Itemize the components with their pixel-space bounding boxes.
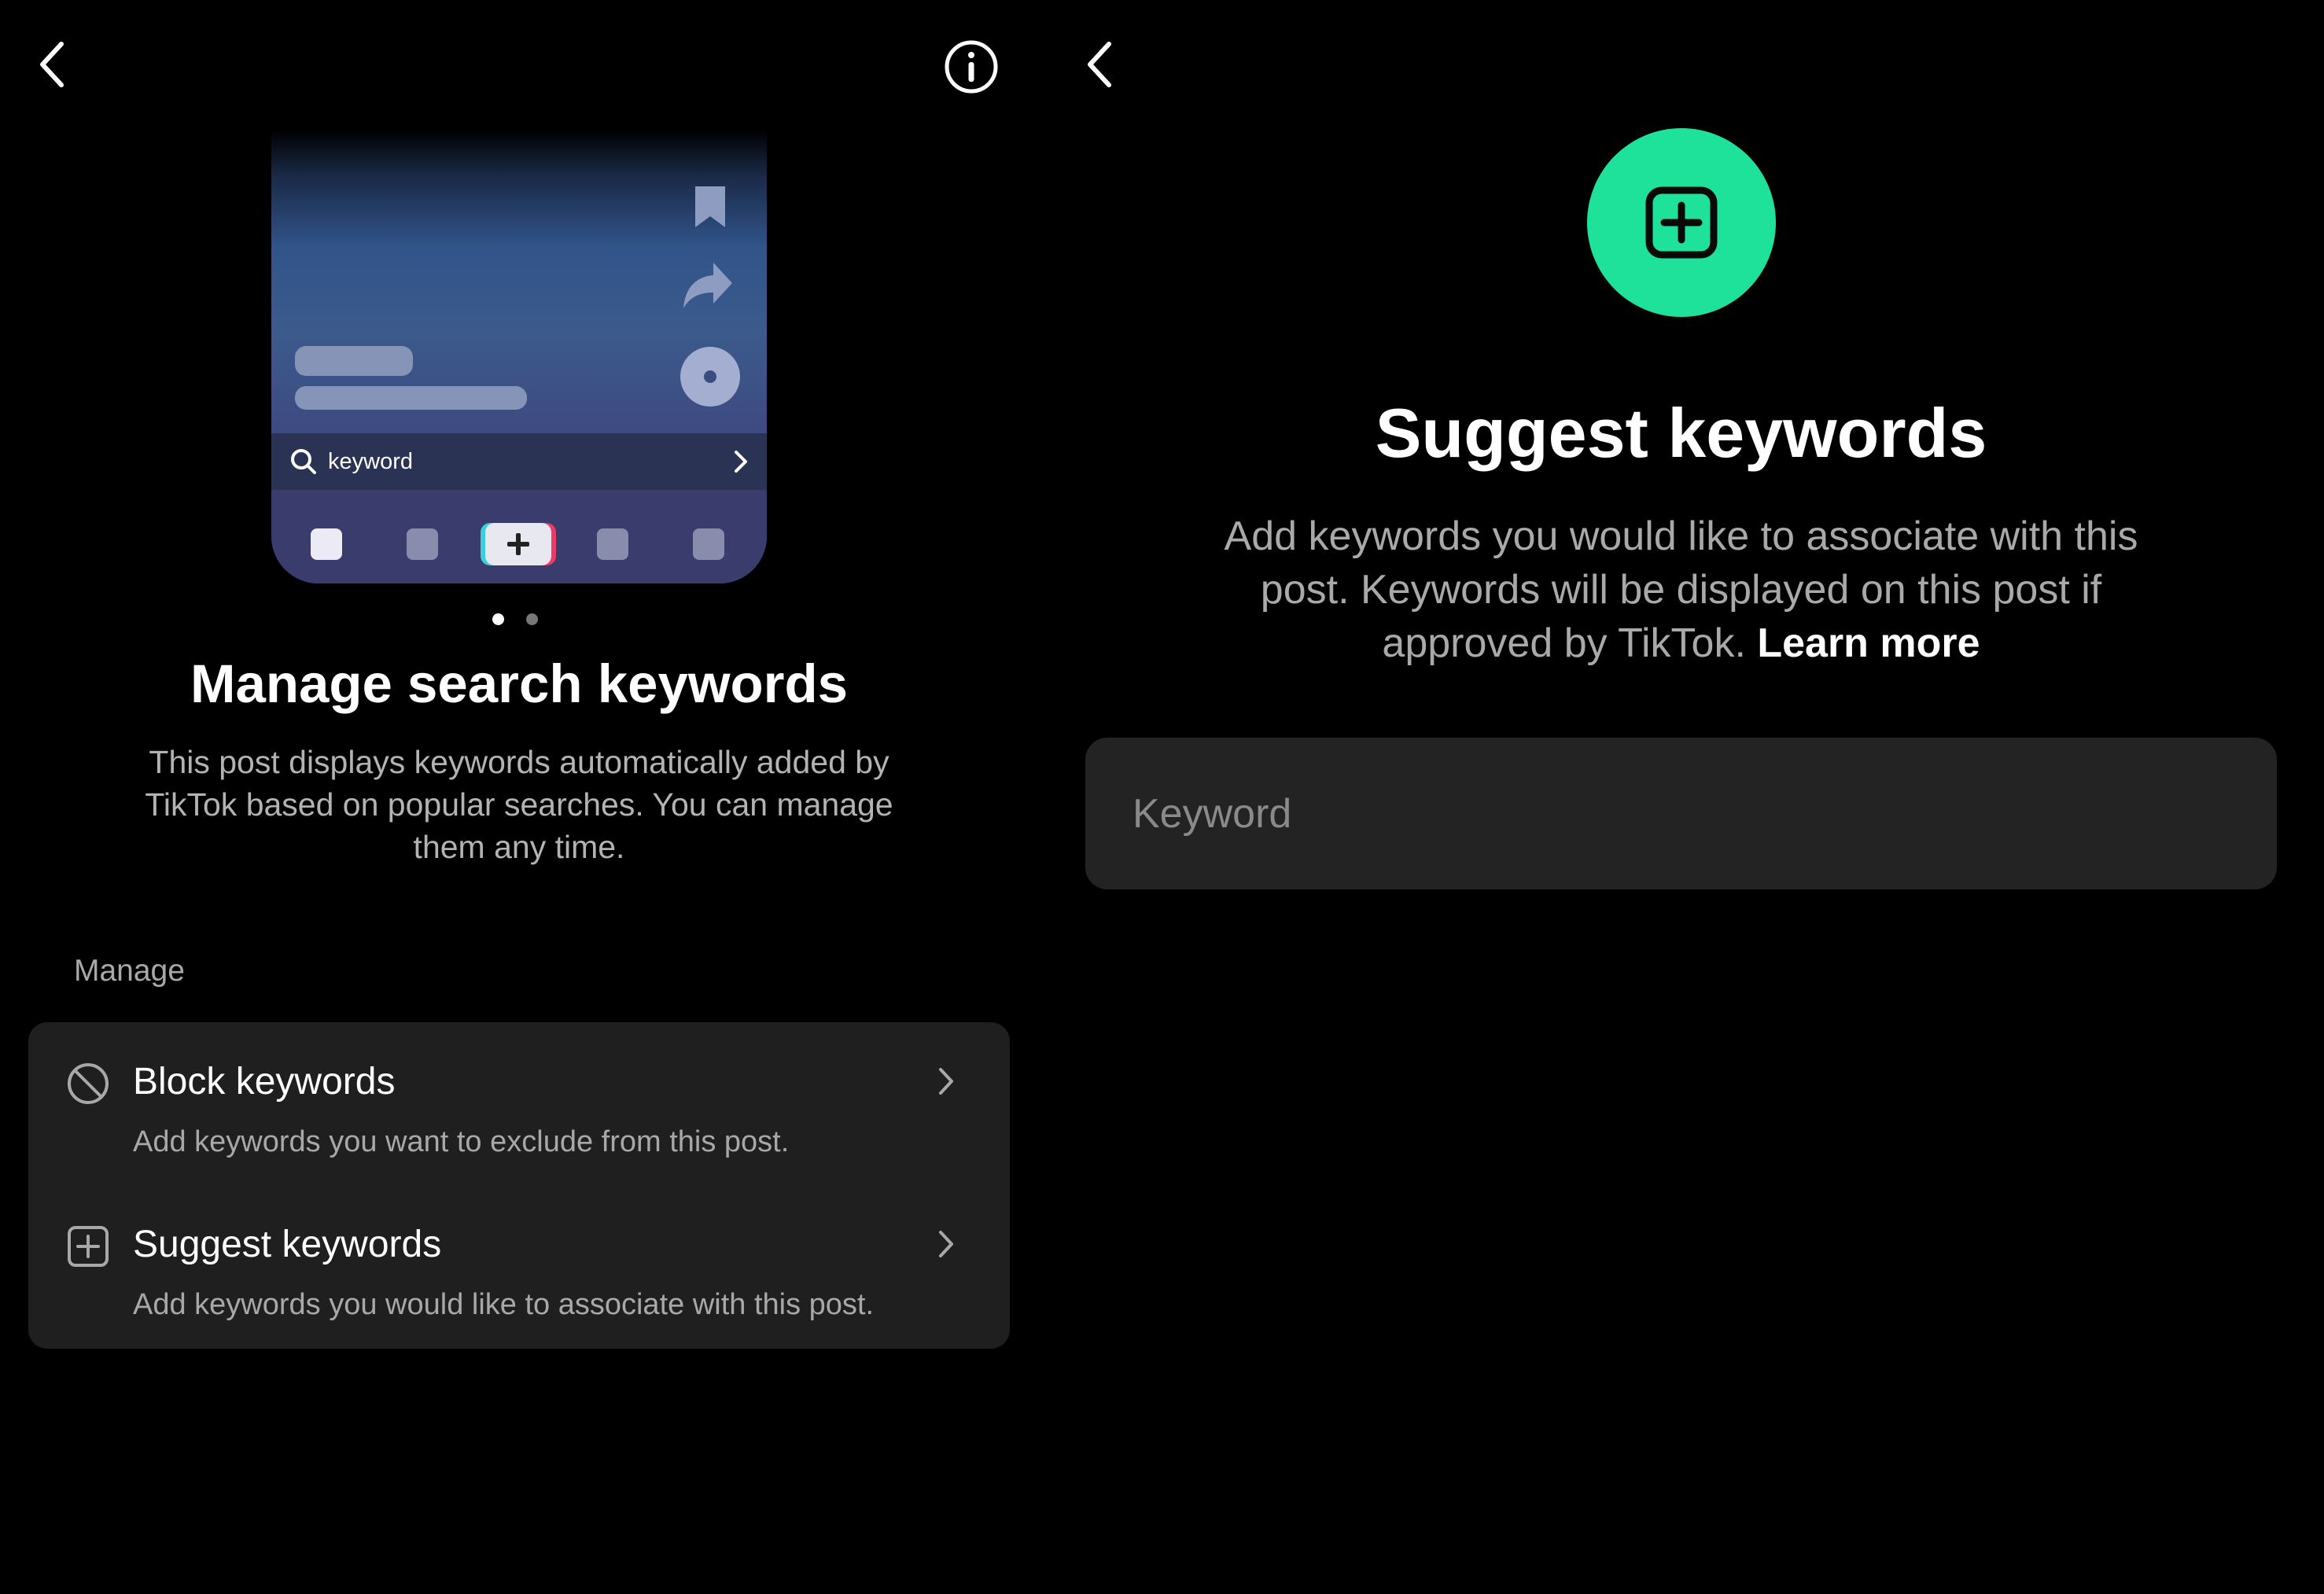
- pager-dot-1[interactable]: [492, 613, 504, 625]
- info-icon: [945, 40, 998, 94]
- keyword-illustration: keyword: [271, 130, 767, 583]
- nav-tab-home: [311, 528, 342, 560]
- learn-more-link[interactable]: Learn more: [1757, 620, 1980, 666]
- pager-dot-2[interactable]: [526, 613, 538, 625]
- description-text: Add keywords you would like to associate…: [1224, 514, 2138, 666]
- search-keyword-bar: keyword: [271, 433, 767, 490]
- share-icon: [683, 263, 732, 308]
- bottom-nav-illustration: [271, 490, 767, 583]
- suggest-keywords-screen: Suggest keywords Add keywords you would …: [1038, 0, 2324, 1594]
- nav-tab-inbox: [597, 528, 628, 560]
- chevron-right-icon: [939, 1068, 953, 1095]
- option-subtitle: Add keywords you want to exclude from th…: [133, 1125, 790, 1158]
- bookmark-icon: [695, 186, 725, 227]
- search-keyword-text: keyword: [328, 448, 413, 474]
- caption-placeholder: [295, 386, 527, 410]
- option-suggest-keywords[interactable]: Suggest keywords Add keywords you would …: [28, 1185, 1010, 1348]
- back-button[interactable]: [1085, 39, 1114, 90]
- keyword-input[interactable]: [1085, 738, 2277, 889]
- chevron-left-icon: [1088, 42, 1111, 87]
- option-block-keywords[interactable]: Block keywords Add keywords you want to …: [28, 1022, 1010, 1185]
- option-title: Block keywords: [133, 1061, 396, 1103]
- suggest-keywords-badge: [1587, 128, 1776, 317]
- page-title: Suggest keywords: [1375, 394, 1987, 472]
- plus-icon: [507, 533, 529, 555]
- nav-tab-friends: [407, 528, 438, 560]
- block-icon: [68, 1063, 109, 1104]
- username-placeholder: [295, 346, 413, 376]
- chevron-right-icon: [939, 1231, 953, 1257]
- nav-tab-profile: [693, 528, 724, 560]
- info-button[interactable]: [944, 39, 999, 94]
- page-title: Manage search keywords: [190, 653, 849, 714]
- chevron-left-icon: [40, 42, 64, 87]
- back-button[interactable]: [38, 39, 66, 90]
- option-title: Suggest keywords: [133, 1224, 442, 1265]
- page-description: Add keywords you would like to associate…: [1195, 510, 2167, 670]
- pager-dots: [492, 613, 538, 625]
- search-icon: [291, 449, 316, 474]
- manage-options-card: Block keywords Add keywords you want to …: [28, 1022, 1010, 1349]
- page-description: This post displays keywords automaticall…: [145, 744, 893, 865]
- music-disc-icon: [680, 347, 740, 407]
- chevron-right-icon: [735, 451, 747, 473]
- plus-square-icon: [1645, 186, 1718, 259]
- option-subtitle: Add keywords you would like to associate…: [133, 1288, 875, 1321]
- manage-search-keywords-screen: keyword Manage search keywords This post…: [0, 0, 1038, 1594]
- create-post-icon: [485, 523, 551, 565]
- section-label-manage: Manage: [74, 954, 185, 988]
- plus-square-icon: [68, 1226, 109, 1267]
